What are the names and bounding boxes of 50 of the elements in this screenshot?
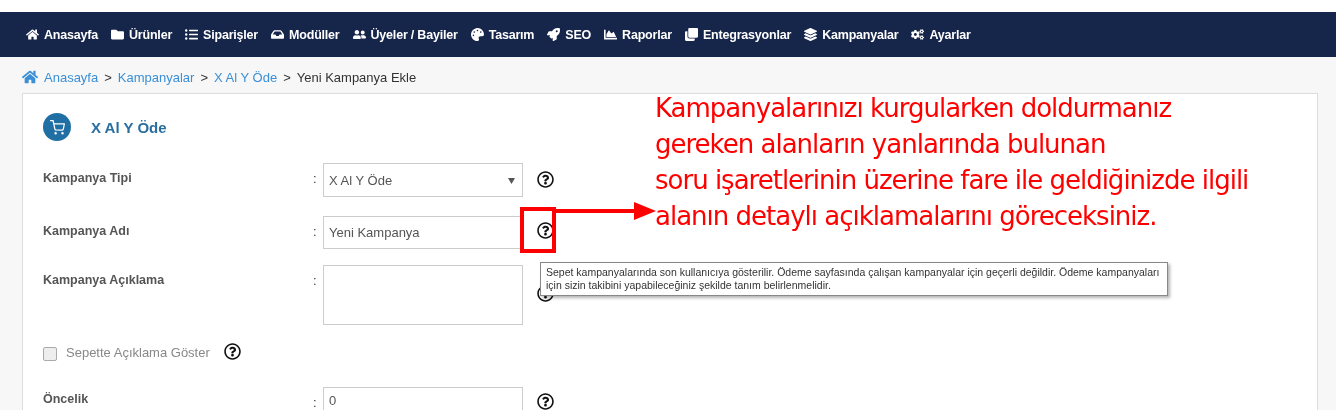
breadcrumb-item[interactable]: Yeni Kampanya Ekle: [296, 69, 417, 85]
users-icon: [352, 28, 366, 41]
nav-item[interactable]: Ürünler: [111, 27, 173, 42]
nav-item[interactable]: Modüller: [271, 27, 340, 42]
folder-icon: [111, 28, 124, 41]
home-icon: [26, 28, 39, 41]
help-icon[interactable]: [537, 222, 554, 239]
home-icon: [22, 69, 38, 85]
tooltip: Sepet kampanyalarında son kullanıcıya gösterilir. Ödeme sayfasında çalışan kampanyalar için geçerli değildir. Ödeme kampanyaları için sizin takibini yapabileceğiniz şekilde tanım belirlenmelidir.: [540, 262, 1168, 296]
colon: :: [313, 170, 318, 186]
chart-icon: [604, 28, 618, 41]
copy-icon: [684, 28, 698, 41]
checkbox[interactable]: [43, 347, 57, 361]
palette-icon: [470, 28, 484, 41]
nav-item[interactable]: Ayarlar: [911, 27, 971, 42]
card-title: X Al Y Öde: [91, 118, 167, 136]
nav-item[interactable]: Anasayfa: [26, 27, 98, 42]
nav-item[interactable]: SEO: [547, 27, 592, 42]
nav-item[interactable]: Raporlar: [604, 27, 672, 42]
rocket-icon: [547, 28, 561, 41]
textarea-field[interactable]: [323, 265, 523, 325]
field-label: Kampanya Adı: [43, 223, 131, 238]
input-field[interactable]: Yeni Kampanya: [323, 216, 523, 249]
cart-icon: [43, 113, 71, 141]
nav-item[interactable]: Tasarım: [470, 27, 535, 42]
nav-item[interactable]: Entegrasyonlar: [684, 27, 792, 42]
help-icon[interactable]: [537, 393, 554, 410]
caret-icon: [508, 178, 515, 184]
input-field[interactable]: 0: [323, 387, 523, 410]
nav-item[interactable]: Siparişler: [185, 27, 259, 42]
annotation-text: Kampanyalarınızı kurgularken doldurmanız gereken alanların yanlarında bulunan soru işaretlerinin üzerine fare ile geldiğinizde ilgili alanın detaylı açıklamalarını göreceksiniz.: [655, 92, 1249, 233]
nav-item[interactable]: Kampanyalar: [804, 27, 899, 42]
field-label: Kampanya Tipi: [43, 170, 133, 185]
breadcrumb-separator: >: [200, 69, 208, 85]
colon: :: [313, 223, 318, 239]
list-icon: [185, 28, 199, 41]
field-label: Öncelik: [43, 391, 90, 406]
help-icon[interactable]: [223, 343, 241, 360]
field-label: Kampanya Açıklama: [43, 272, 166, 287]
colon: :: [313, 394, 318, 410]
layers-icon: [804, 28, 818, 41]
gears-icon: [911, 28, 925, 41]
breadcrumb-separator: >: [104, 69, 112, 85]
inbox-icon: [271, 28, 285, 41]
help-icon[interactable]: [537, 171, 554, 188]
breadcrumb-separator: >: [283, 69, 291, 85]
checkbox-label: Sepette Açıklama Göster: [66, 345, 210, 360]
colon: :: [313, 272, 318, 288]
select-field[interactable]: X Al Y Öde: [323, 163, 523, 197]
nav-item[interactable]: Üyeler / Bayiler: [352, 27, 458, 42]
